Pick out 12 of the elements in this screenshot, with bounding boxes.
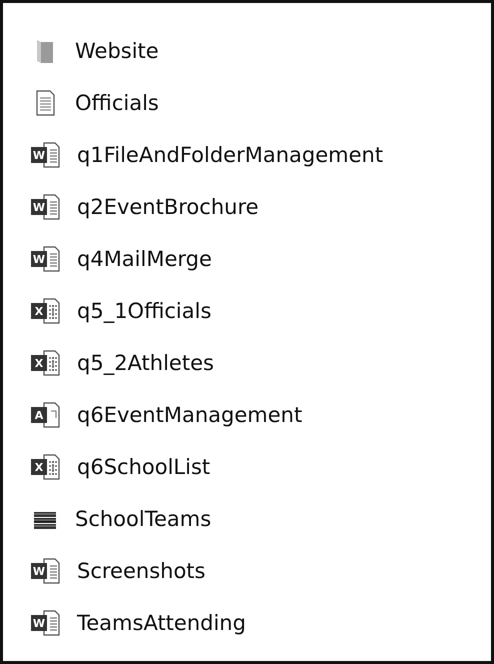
- file-name[interactable]: q5_2Athletes: [77, 351, 214, 375]
- file-name[interactable]: q4MailMerge: [77, 247, 212, 271]
- file-name[interactable]: q2EventBrochure: [77, 195, 259, 219]
- file-name[interactable]: q1FileAndFolderManagement: [77, 143, 384, 167]
- file-name[interactable]: Officials: [75, 91, 159, 115]
- file-name[interactable]: TeamsAttending: [77, 611, 246, 635]
- file-name[interactable]: Website: [75, 39, 159, 63]
- file-name[interactable]: q6SchoolList: [77, 455, 210, 479]
- file-name[interactable]: SchoolTeams: [75, 507, 212, 531]
- file-name[interactable]: q6EventManagement: [77, 403, 302, 427]
- file-name[interactable]: Screenshots: [77, 559, 206, 583]
- file-name[interactable]: q5_1Officials: [77, 299, 212, 323]
